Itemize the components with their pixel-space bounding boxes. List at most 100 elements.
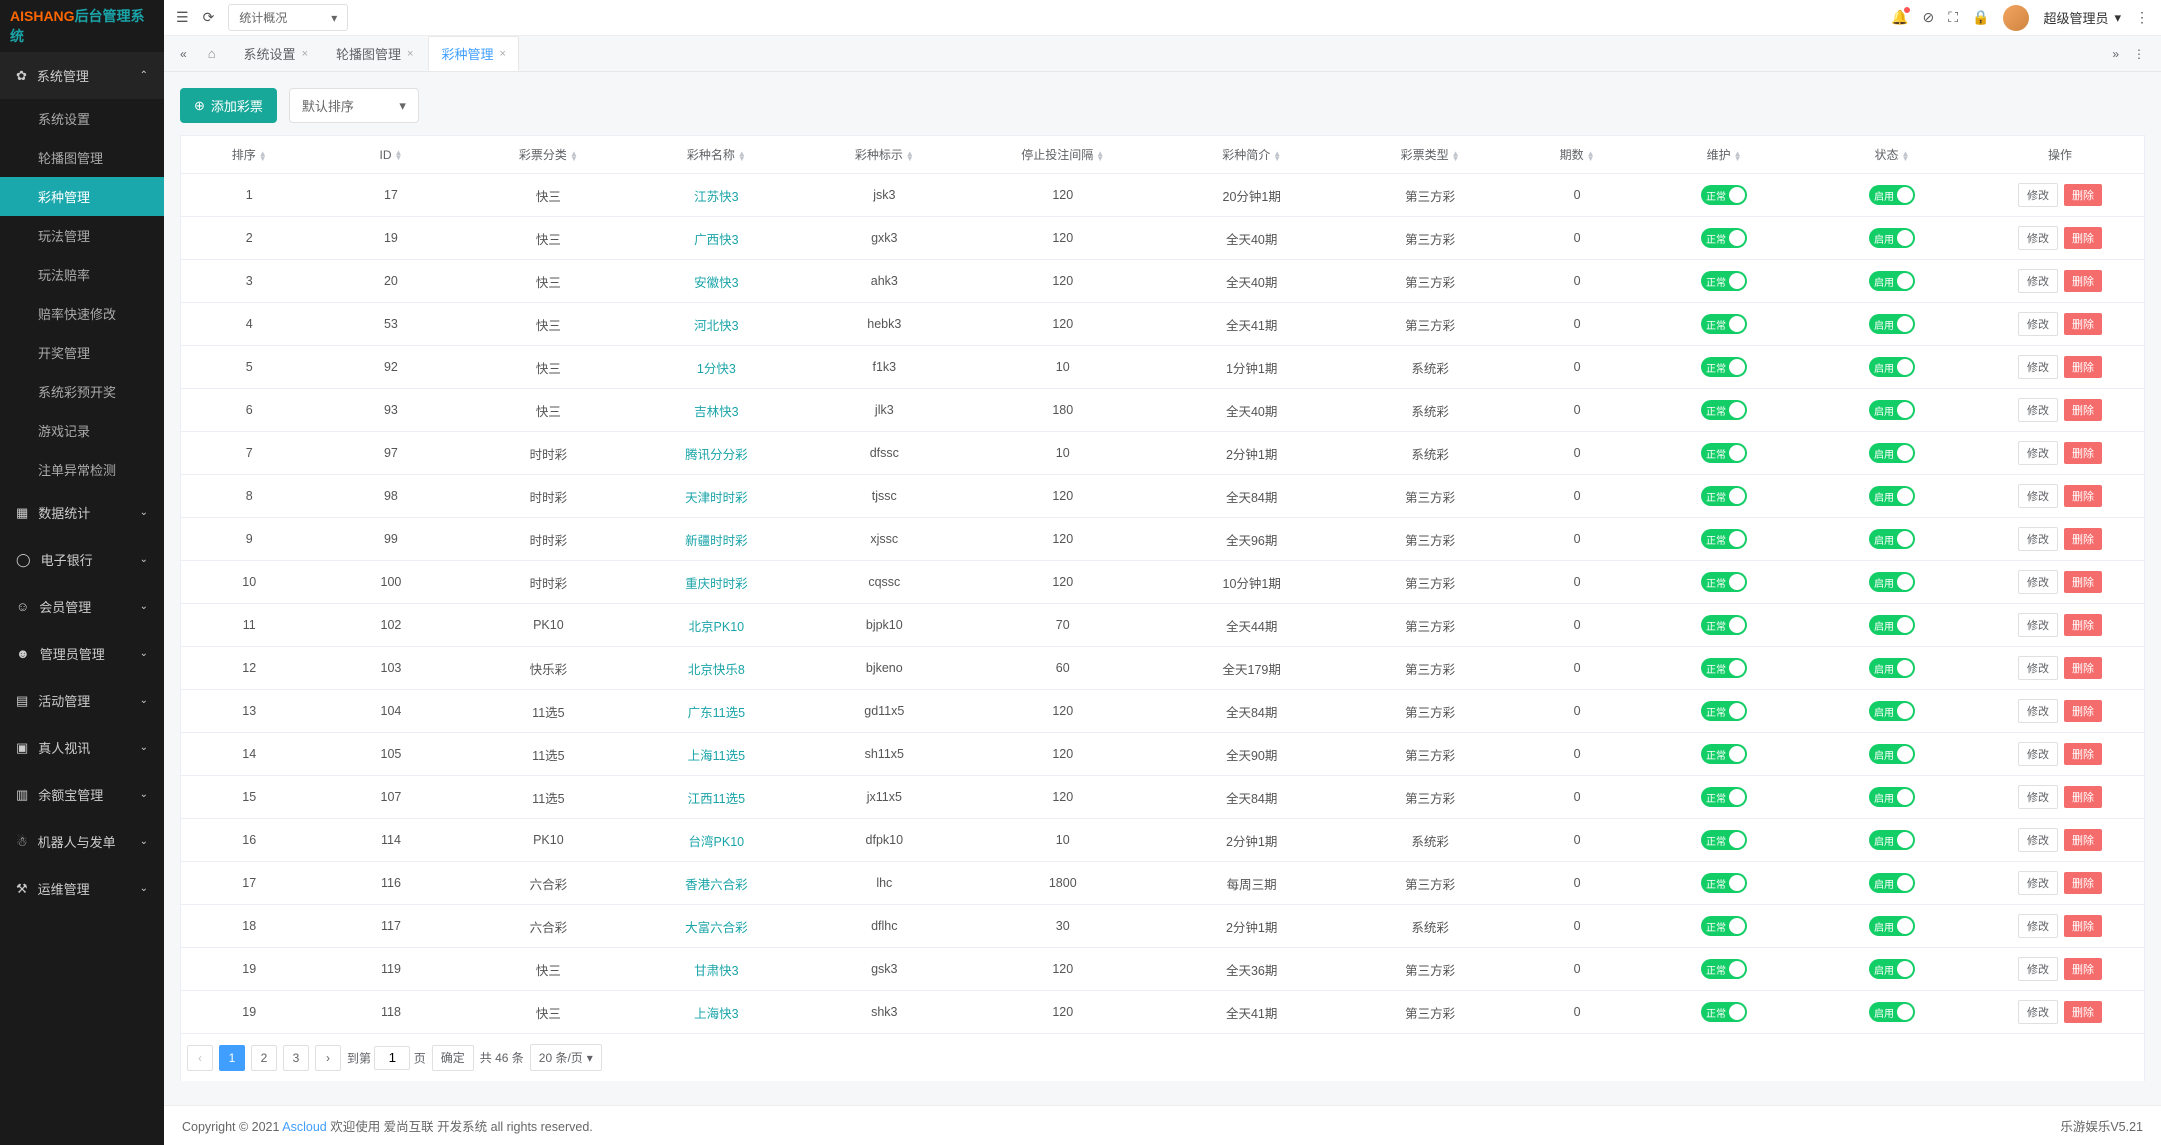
- delete-button[interactable]: 删除: [2064, 485, 2102, 507]
- nav-group-stats[interactable]: ▦数据统计⌄: [0, 489, 164, 536]
- delete-button[interactable]: 删除: [2064, 958, 2102, 980]
- status-toggle[interactable]: 启用: [1869, 830, 1915, 850]
- cell-name-link[interactable]: 安徽快3: [632, 260, 800, 303]
- cell-name-link[interactable]: 北京快乐8: [632, 647, 800, 690]
- delete-button[interactable]: 删除: [2064, 442, 2102, 464]
- edit-button[interactable]: 修改: [2018, 441, 2058, 465]
- col-header[interactable]: 彩种简介▲▼: [1157, 136, 1346, 174]
- close-icon[interactable]: ×: [302, 48, 308, 60]
- col-header[interactable]: 彩票分类▲▼: [464, 136, 632, 174]
- status-toggle[interactable]: 启用: [1869, 228, 1915, 248]
- delete-button[interactable]: 删除: [2064, 657, 2102, 679]
- maintain-toggle[interactable]: 正常: [1701, 830, 1747, 850]
- cell-name-link[interactable]: 腾讯分分彩: [632, 432, 800, 475]
- status-toggle[interactable]: 启用: [1869, 572, 1915, 592]
- pager-next[interactable]: ›: [315, 1045, 341, 1071]
- delete-button[interactable]: 删除: [2064, 614, 2102, 636]
- col-header[interactable]: 停止投注间隔▲▼: [968, 136, 1157, 174]
- sidebar-item-carousel[interactable]: 轮播图管理: [0, 138, 164, 177]
- edit-button[interactable]: 修改: [2018, 312, 2058, 336]
- maintain-toggle[interactable]: 正常: [1701, 572, 1747, 592]
- delete-button[interactable]: 删除: [2064, 227, 2102, 249]
- maintain-toggle[interactable]: 正常: [1701, 486, 1747, 506]
- edit-button[interactable]: 修改: [2018, 656, 2058, 680]
- edit-button[interactable]: 修改: [2018, 398, 2058, 422]
- maintain-toggle[interactable]: 正常: [1701, 701, 1747, 721]
- delete-button[interactable]: 删除: [2064, 528, 2102, 550]
- maintain-toggle[interactable]: 正常: [1701, 185, 1747, 205]
- cell-name-link[interactable]: 江西11选5: [632, 776, 800, 819]
- sidebar-item-game-log[interactable]: 游戏记录: [0, 411, 164, 450]
- status-toggle[interactable]: 启用: [1869, 357, 1915, 377]
- nav-group-live[interactable]: ▣真人视讯⌄: [0, 724, 164, 771]
- status-toggle[interactable]: 启用: [1869, 658, 1915, 678]
- edit-button[interactable]: 修改: [2018, 269, 2058, 293]
- delete-button[interactable]: 删除: [2064, 743, 2102, 765]
- status-toggle[interactable]: 启用: [1869, 916, 1915, 936]
- maintain-toggle[interactable]: 正常: [1701, 400, 1747, 420]
- edit-button[interactable]: 修改: [2018, 613, 2058, 637]
- cell-name-link[interactable]: 1分快3: [632, 346, 800, 389]
- delete-button[interactable]: 删除: [2064, 184, 2102, 206]
- reload-icon[interactable]: ⟳: [203, 9, 215, 26]
- cell-name-link[interactable]: 重庆时时彩: [632, 561, 800, 604]
- maintain-toggle[interactable]: 正常: [1701, 658, 1747, 678]
- maintain-toggle[interactable]: 正常: [1701, 529, 1747, 549]
- sidebar-item-lottery-type[interactable]: 彩种管理: [0, 177, 164, 216]
- pager-confirm[interactable]: 确定: [432, 1045, 474, 1071]
- edit-button[interactable]: 修改: [2018, 1000, 2058, 1024]
- status-toggle[interactable]: 启用: [1869, 787, 1915, 807]
- maintain-toggle[interactable]: 正常: [1701, 744, 1747, 764]
- maintain-toggle[interactable]: 正常: [1701, 1002, 1747, 1022]
- user-dropdown[interactable]: 超级管理员▾: [2043, 8, 2121, 27]
- cell-name-link[interactable]: 香港六合彩: [632, 862, 800, 905]
- cell-name-link[interactable]: 吉林快3: [632, 389, 800, 432]
- status-toggle[interactable]: 启用: [1869, 486, 1915, 506]
- cell-name-link[interactable]: 河北快3: [632, 303, 800, 346]
- nav-group-admin[interactable]: ☻管理员管理⌄: [0, 630, 164, 677]
- delete-button[interactable]: 删除: [2064, 571, 2102, 593]
- delete-button[interactable]: 删除: [2064, 1001, 2102, 1023]
- pager-page-1[interactable]: 1: [219, 1045, 245, 1071]
- edit-button[interactable]: 修改: [2018, 828, 2058, 852]
- cell-name-link[interactable]: 大富六合彩: [632, 905, 800, 948]
- delete-button[interactable]: 删除: [2064, 313, 2102, 335]
- maintain-toggle[interactable]: 正常: [1701, 959, 1747, 979]
- edit-button[interactable]: 修改: [2018, 570, 2058, 594]
- status-toggle[interactable]: 启用: [1869, 314, 1915, 334]
- status-toggle[interactable]: 启用: [1869, 701, 1915, 721]
- tab-prev-icon[interactable]: «: [174, 47, 193, 61]
- fullscreen-icon[interactable]: ⛶: [1948, 9, 1958, 26]
- delete-button[interactable]: 删除: [2064, 786, 2102, 808]
- cell-name-link[interactable]: 北京PK10: [632, 604, 800, 647]
- delete-button[interactable]: 删除: [2064, 399, 2102, 421]
- sidebar-item-predraw[interactable]: 系统彩预开奖: [0, 372, 164, 411]
- delete-button[interactable]: 删除: [2064, 872, 2102, 894]
- maintain-toggle[interactable]: 正常: [1701, 916, 1747, 936]
- status-toggle[interactable]: 启用: [1869, 959, 1915, 979]
- maintain-toggle[interactable]: 正常: [1701, 357, 1747, 377]
- status-toggle[interactable]: 启用: [1869, 400, 1915, 420]
- delete-button[interactable]: 删除: [2064, 915, 2102, 937]
- cell-name-link[interactable]: 天津时时彩: [632, 475, 800, 518]
- sidebar-item-play-odds[interactable]: 玩法赔率: [0, 255, 164, 294]
- cell-name-link[interactable]: 台湾PK10: [632, 819, 800, 862]
- delete-button[interactable]: 删除: [2064, 270, 2102, 292]
- sidebar-item-play-manage[interactable]: 玩法管理: [0, 216, 164, 255]
- maintain-toggle[interactable]: 正常: [1701, 787, 1747, 807]
- col-header[interactable]: 彩种标示▲▼: [800, 136, 968, 174]
- sidebar-item-odds-quick[interactable]: 赔率快速修改: [0, 294, 164, 333]
- delete-button[interactable]: 删除: [2064, 356, 2102, 378]
- col-header[interactable]: 状态▲▼: [1808, 136, 1976, 174]
- tab-lottery-type[interactable]: 彩种管理×: [428, 36, 518, 71]
- tab-carousel[interactable]: 轮播图管理×: [323, 36, 426, 71]
- footer-ascloud-link[interactable]: Ascloud: [282, 1120, 326, 1134]
- edit-button[interactable]: 修改: [2018, 355, 2058, 379]
- edit-button[interactable]: 修改: [2018, 226, 2058, 250]
- maintain-toggle[interactable]: 正常: [1701, 228, 1747, 248]
- edit-button[interactable]: 修改: [2018, 742, 2058, 766]
- col-header[interactable]: 期数▲▼: [1514, 136, 1640, 174]
- edit-button[interactable]: 修改: [2018, 484, 2058, 508]
- edit-button[interactable]: 修改: [2018, 785, 2058, 809]
- maintain-toggle[interactable]: 正常: [1701, 271, 1747, 291]
